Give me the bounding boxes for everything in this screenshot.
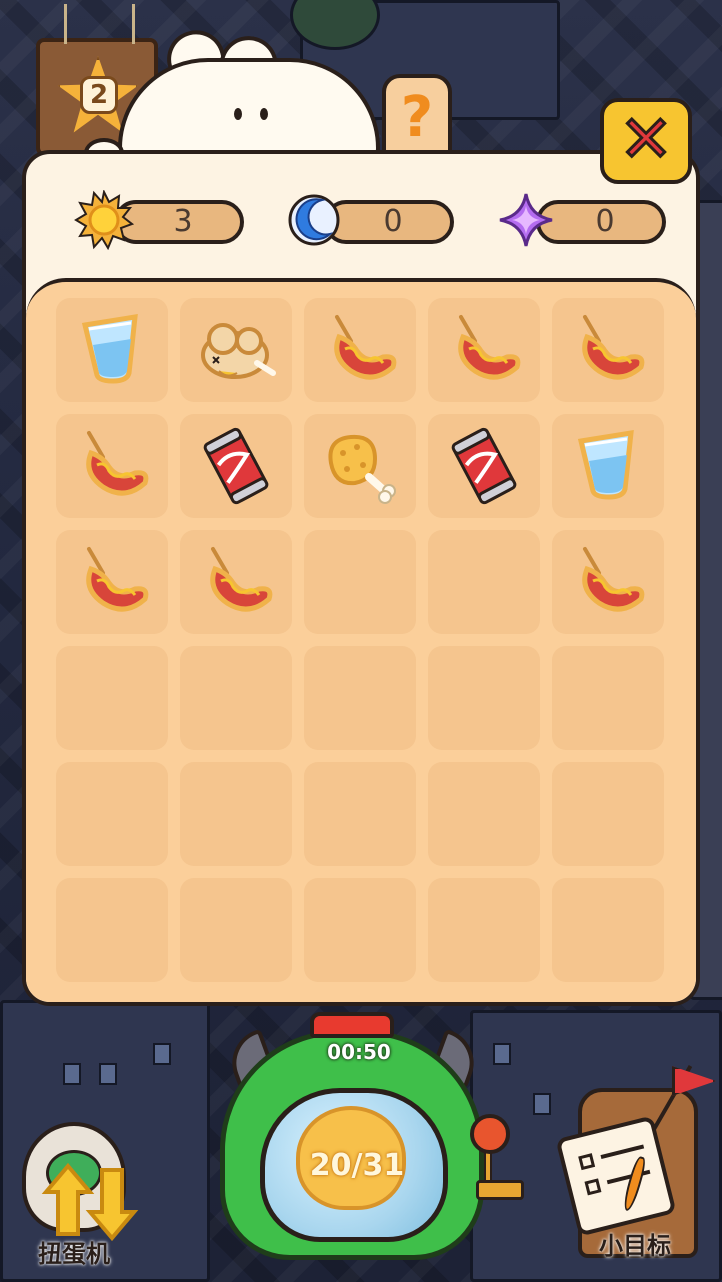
gacha-timer: 00:50 <box>327 1040 391 1064</box>
grid-cell[interactable] <box>180 762 292 866</box>
sausage-icon[interactable] <box>565 539 651 625</box>
grid-cell[interactable] <box>304 646 416 750</box>
sausage-icon[interactable] <box>193 539 279 625</box>
sparkle-icon <box>499 193 553 247</box>
close-icon: ✕ <box>618 102 675 179</box>
sign-rope <box>64 4 67 44</box>
inventory-panel: 3 0 0 <box>22 150 700 1006</box>
grid-cell[interactable] <box>56 414 168 518</box>
bunny-eye <box>234 108 242 120</box>
sun-icon <box>74 190 134 250</box>
gacha-machine-button[interactable]: 扭蛋机 <box>14 1108 139 1268</box>
fried-drumstick-icon[interactable] <box>317 423 403 509</box>
sausage-icon[interactable] <box>565 307 651 393</box>
grid-cell[interactable] <box>304 878 416 982</box>
joystick-base <box>476 1180 524 1200</box>
grid-cell[interactable] <box>180 298 292 402</box>
grid-cell[interactable] <box>428 762 540 866</box>
goals-button[interactable]: 小目标 <box>555 1060 716 1270</box>
grid-cell[interactable] <box>304 298 416 402</box>
grid-cell[interactable] <box>552 878 664 982</box>
grid-cell[interactable] <box>56 298 168 402</box>
grid-cell[interactable] <box>428 646 540 750</box>
gacha-capsule-machine[interactable]: 00:50 20/31 <box>214 1010 524 1270</box>
building-window <box>533 1093 551 1115</box>
sausage-icon[interactable] <box>69 423 155 509</box>
grid-cell[interactable] <box>180 878 292 982</box>
grid-cell[interactable] <box>428 414 540 518</box>
water-cup-icon[interactable] <box>565 423 651 509</box>
grid-cell[interactable] <box>304 414 416 518</box>
grid-cell[interactable] <box>304 530 416 634</box>
carrot-icon <box>620 1155 648 1213</box>
checkbox-icon <box>578 1153 596 1171</box>
grid-cell[interactable] <box>56 762 168 866</box>
grid-cell[interactable] <box>180 646 292 750</box>
grid-cell[interactable] <box>428 878 540 982</box>
resource-bar: 3 0 0 <box>26 184 696 264</box>
joystick-icon[interactable] <box>470 1114 510 1154</box>
gacha-count: 20/31 <box>309 1148 405 1183</box>
water-cup-icon[interactable] <box>69 307 155 393</box>
checkbox-icon <box>584 1178 602 1196</box>
soda-can-icon[interactable] <box>193 423 279 509</box>
grid-cell[interactable] <box>552 414 664 518</box>
grid-cell[interactable] <box>56 878 168 982</box>
item-grid <box>26 278 696 1002</box>
sausage-icon[interactable] <box>441 307 527 393</box>
moon-icon <box>288 194 340 246</box>
grid-cell[interactable] <box>180 414 292 518</box>
flag-icon <box>672 1066 716 1096</box>
building-window <box>63 1063 81 1085</box>
bunny-eye <box>260 108 268 120</box>
swap-arrows-icon <box>41 1162 139 1242</box>
building-window <box>153 1043 171 1065</box>
soda-can-icon[interactable] <box>441 423 527 509</box>
roast-chicken-icon[interactable] <box>193 307 279 393</box>
sign-rope <box>132 4 135 44</box>
level-number: 2 <box>80 76 118 114</box>
close-button[interactable]: ✕ <box>600 98 692 184</box>
help-button[interactable]: ? <box>382 74 452 160</box>
grid-cell[interactable] <box>56 646 168 750</box>
resource-moon: 0 <box>284 194 454 246</box>
grid-cell[interactable] <box>304 762 416 866</box>
sausage-icon[interactable] <box>69 539 155 625</box>
grid-cell[interactable] <box>552 298 664 402</box>
grid-cell[interactable] <box>552 762 664 866</box>
grid-cell[interactable] <box>428 530 540 634</box>
gacha-cap <box>310 1012 394 1038</box>
resource-sparkle: 0 <box>496 193 666 247</box>
sausage-icon[interactable] <box>317 307 403 393</box>
goal-label: 小目标 <box>599 1232 671 1260</box>
grid-cell[interactable] <box>552 646 664 750</box>
grid-cell[interactable] <box>428 298 540 402</box>
grid-cell[interactable] <box>180 530 292 634</box>
machine-label: 扭蛋机 <box>38 1240 110 1268</box>
grid-cell[interactable] <box>56 530 168 634</box>
grid-cell[interactable] <box>552 530 664 634</box>
resource-sun: 3 <box>74 190 244 250</box>
building-window <box>99 1063 117 1085</box>
